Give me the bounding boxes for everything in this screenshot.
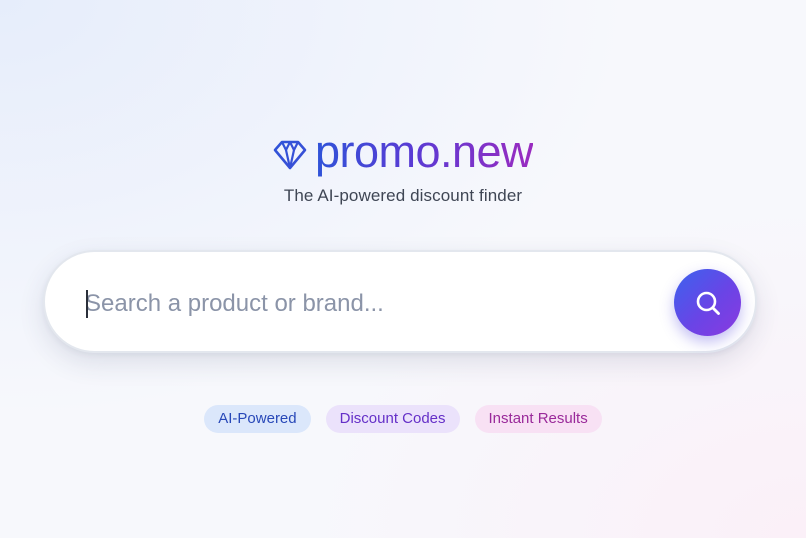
- diamond-icon: [273, 140, 307, 170]
- badge-ai-powered: AI-Powered: [204, 405, 311, 433]
- tagline: The AI-powered discount finder: [283, 186, 523, 205]
- badge-discount-codes: Discount Codes: [325, 405, 460, 433]
- feature-badges: AI-Powered Discount Codes Instant Result…: [0, 405, 806, 433]
- search-icon: [696, 291, 720, 315]
- badge-instant-results: Instant Results: [474, 405, 602, 433]
- search-input[interactable]: [85, 282, 665, 326]
- text-caret: [86, 290, 88, 318]
- landing-page: promo.new The AI-powered discount finder…: [0, 0, 806, 538]
- search-button[interactable]: [674, 269, 741, 336]
- logo[interactable]: promo.new: [0, 124, 806, 180]
- search-bar: [43, 250, 757, 353]
- logo-text: promo.new: [315, 124, 534, 180]
